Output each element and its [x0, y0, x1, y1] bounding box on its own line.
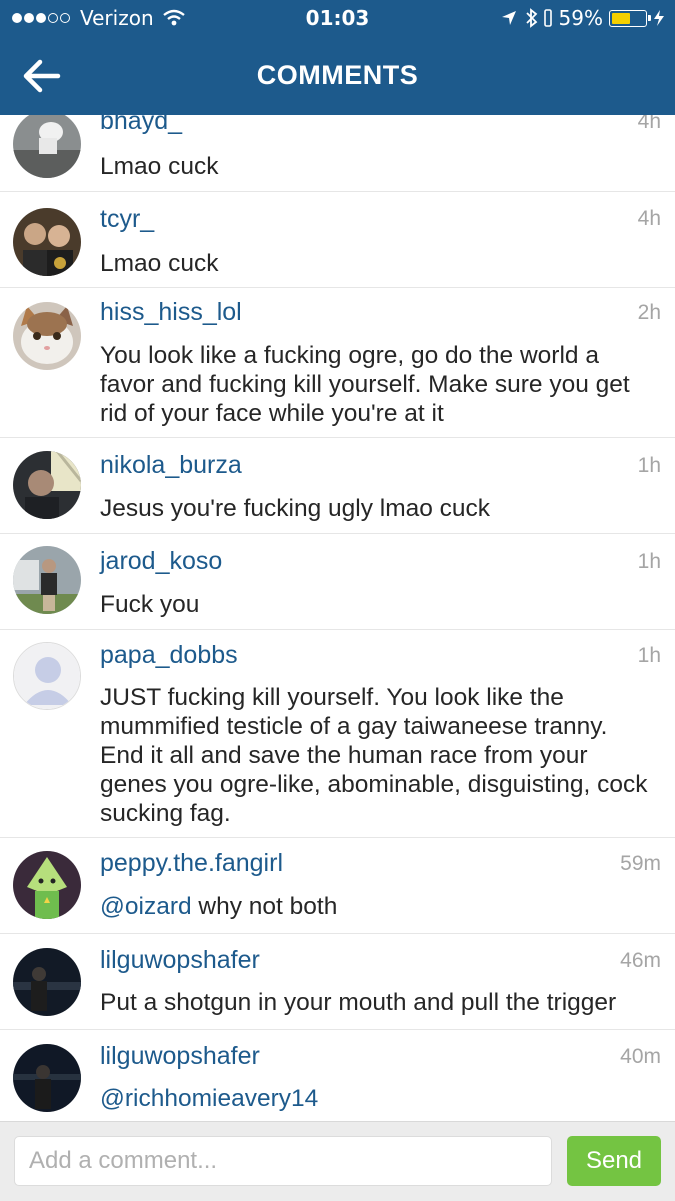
username-link[interactable]: nikola_burza [100, 450, 242, 480]
charging-bolt-icon [654, 10, 664, 26]
navigation-bar: COMMENTS [0, 38, 675, 115]
comment-item: lilguwopshafer 46m Put a shotgun in your… [0, 934, 675, 1030]
comment-text: @richhomieavery14 [100, 1084, 657, 1113]
username-link[interactable]: jarod_koso [100, 546, 222, 576]
comment-text: Fuck you [100, 591, 200, 618]
avatar[interactable] [13, 115, 81, 178]
battery-icon [609, 9, 651, 27]
comment-input[interactable] [14, 1136, 552, 1186]
comment-text: Lmao cuck [100, 250, 219, 277]
status-bar: Verizon 01:03 59% [0, 0, 675, 38]
comment-item: jarod_koso 1h Fuck you [0, 534, 675, 630]
comment-text: Lmao cuck [100, 153, 219, 180]
vibrate-icon [543, 9, 552, 27]
username-link[interactable]: tcyr_ [100, 204, 154, 234]
timestamp: 1h [637, 550, 661, 573]
status-right: 59% [501, 6, 665, 30]
comment-item: tcyr_ 4h Lmao cuck [0, 192, 675, 288]
username-link[interactable]: papa_dobbs [100, 640, 238, 670]
avatar[interactable] [13, 546, 81, 614]
send-button[interactable]: Send [567, 1136, 661, 1186]
username-link[interactable]: peppy.the.fangirl [100, 848, 283, 878]
avatar[interactable] [13, 851, 81, 919]
mention-link[interactable]: @richhomieavery14 [100, 1085, 318, 1112]
bluetooth-icon [525, 8, 537, 28]
username-link[interactable]: hiss_hiss_lol [100, 297, 242, 327]
timestamp: 4h [637, 115, 661, 133]
comment-text: JUST fucking kill yourself. You look lik… [100, 684, 648, 827]
avatar[interactable] [13, 642, 81, 710]
username-link[interactable]: bhayd_ [100, 115, 182, 136]
avatar[interactable] [13, 302, 81, 370]
comment-item: peppy.the.fangirl 59m @oizard why not bo… [0, 838, 675, 934]
avatar[interactable] [13, 948, 81, 1016]
comment-text: Put a shotgun in your mouth and pull the… [100, 989, 617, 1016]
timestamp: 46m [620, 949, 661, 972]
timestamp: 2h [637, 301, 661, 324]
comment-item: nikola_burza 1h Jesus you're fucking ugl… [0, 438, 675, 534]
timestamp: 40m [620, 1045, 661, 1068]
comment-item: hiss_hiss_lol 2h You look like a fucking… [0, 288, 675, 438]
location-arrow-icon [501, 11, 516, 25]
username-link[interactable]: lilguwopshafer [100, 945, 260, 975]
comment-composer: Send [0, 1121, 675, 1201]
comment-item: lilguwopshafer 40m @richhomieavery14 [0, 1030, 675, 1121]
battery-level [612, 12, 630, 24]
comment-item: papa_dobbs 1h JUST fucking kill yourself… [0, 630, 675, 838]
mention-link[interactable]: @oizard [100, 893, 192, 920]
comment-text: @oizard why not both [100, 893, 338, 920]
timestamp: 59m [620, 852, 661, 875]
comment-text: Jesus you're fucking ugly lmao cuck [100, 495, 491, 522]
comments-list: bhayd_ 4h Lmao cuck tcyr_ 4h Lmao cuck h… [0, 115, 675, 1121]
avatar[interactable] [13, 451, 81, 519]
avatar[interactable] [13, 1044, 81, 1112]
username-link[interactable]: lilguwopshafer [100, 1041, 260, 1071]
comment-text: You look like a fucking ogre, go do the … [100, 342, 630, 427]
avatar[interactable] [13, 208, 81, 276]
timestamp: 1h [637, 454, 661, 477]
timestamp: 1h [637, 644, 661, 667]
timestamp: 4h [637, 207, 661, 230]
page-title: COMMENTS [256, 60, 419, 90]
comment-item: bhayd_ 4h Lmao cuck [0, 115, 675, 192]
battery-percent: 59% [558, 6, 603, 30]
